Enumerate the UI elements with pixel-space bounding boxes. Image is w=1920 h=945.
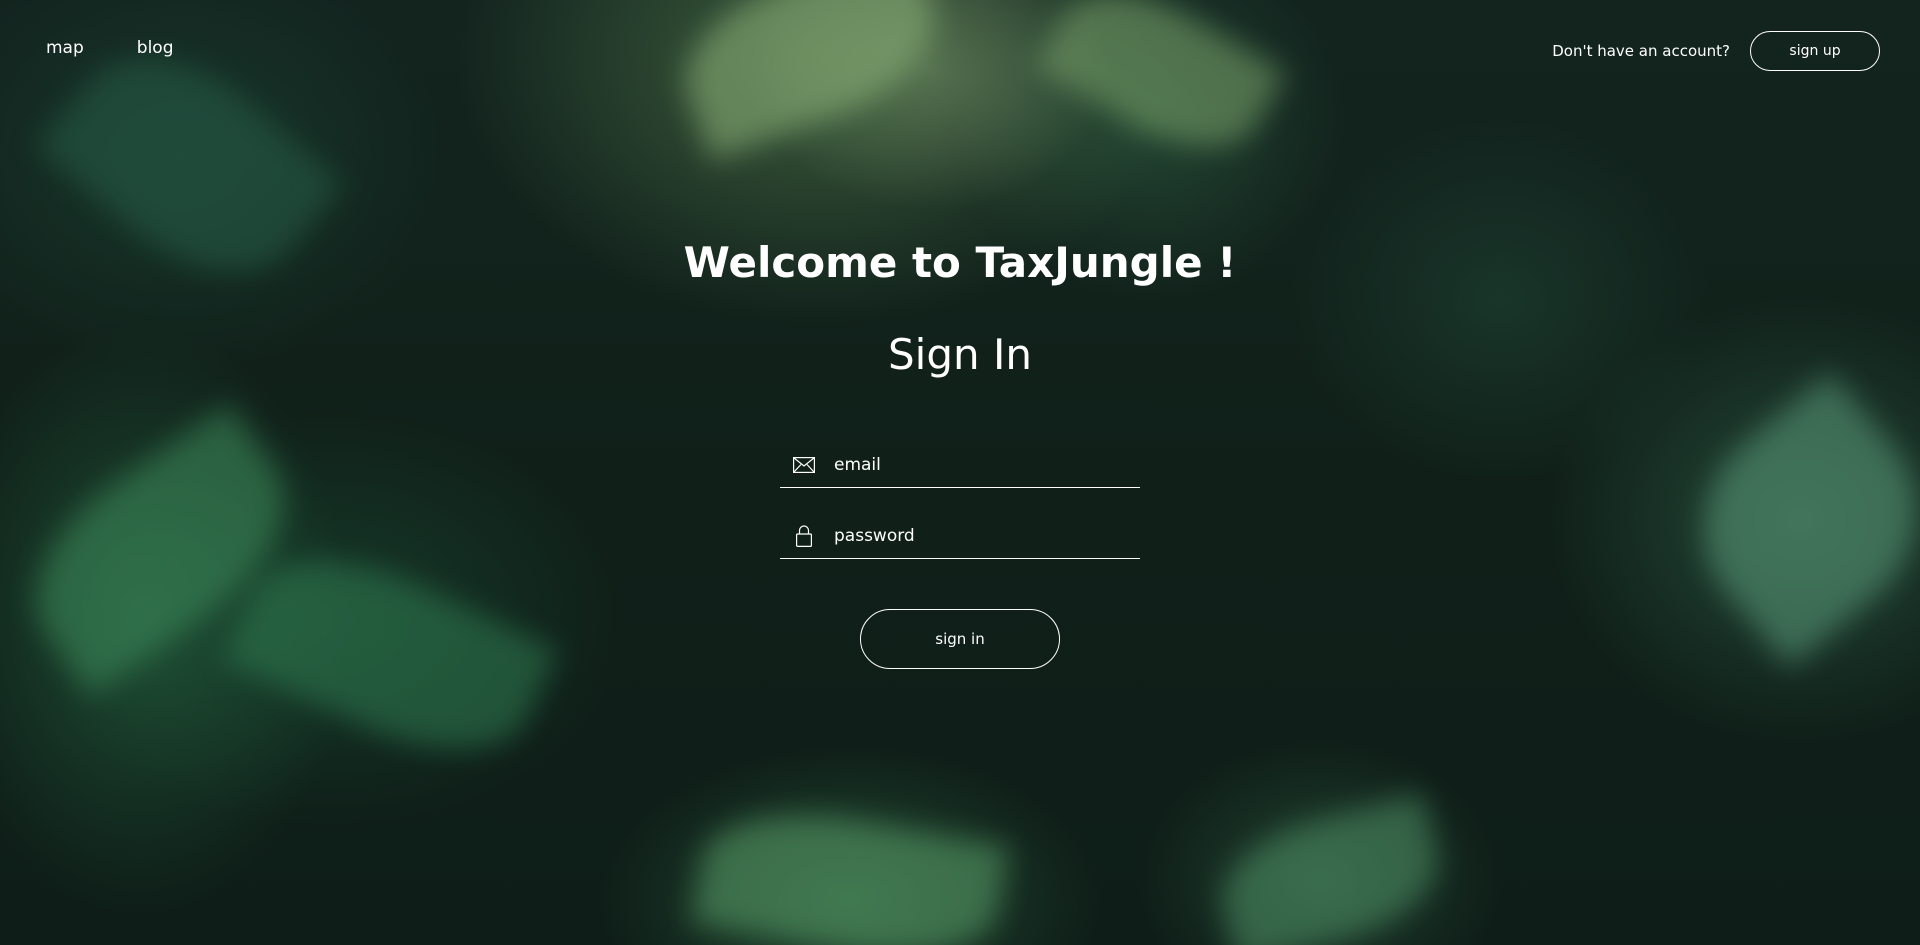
account-prompt: Don't have an account? xyxy=(1552,42,1730,60)
nav-link-map[interactable]: map xyxy=(46,38,84,58)
password-field xyxy=(780,513,1140,559)
sign-up-button[interactable]: sign up xyxy=(1750,31,1880,71)
page-title: Sign In xyxy=(888,330,1032,379)
password-input[interactable] xyxy=(834,525,1140,546)
email-input[interactable] xyxy=(834,454,1140,475)
welcome-heading: Welcome to TaxJungle ! xyxy=(683,238,1237,287)
lock-icon xyxy=(792,524,816,548)
nav-link-blog[interactable]: blog xyxy=(137,38,174,58)
signin-page: map blog Don't have an account? sign up … xyxy=(0,0,1920,945)
top-nav: map blog xyxy=(46,38,174,58)
sign-in-button[interactable]: sign in xyxy=(860,609,1060,669)
envelope-icon xyxy=(792,453,816,477)
account-area: Don't have an account? sign up xyxy=(1552,31,1880,71)
email-field xyxy=(780,442,1140,488)
